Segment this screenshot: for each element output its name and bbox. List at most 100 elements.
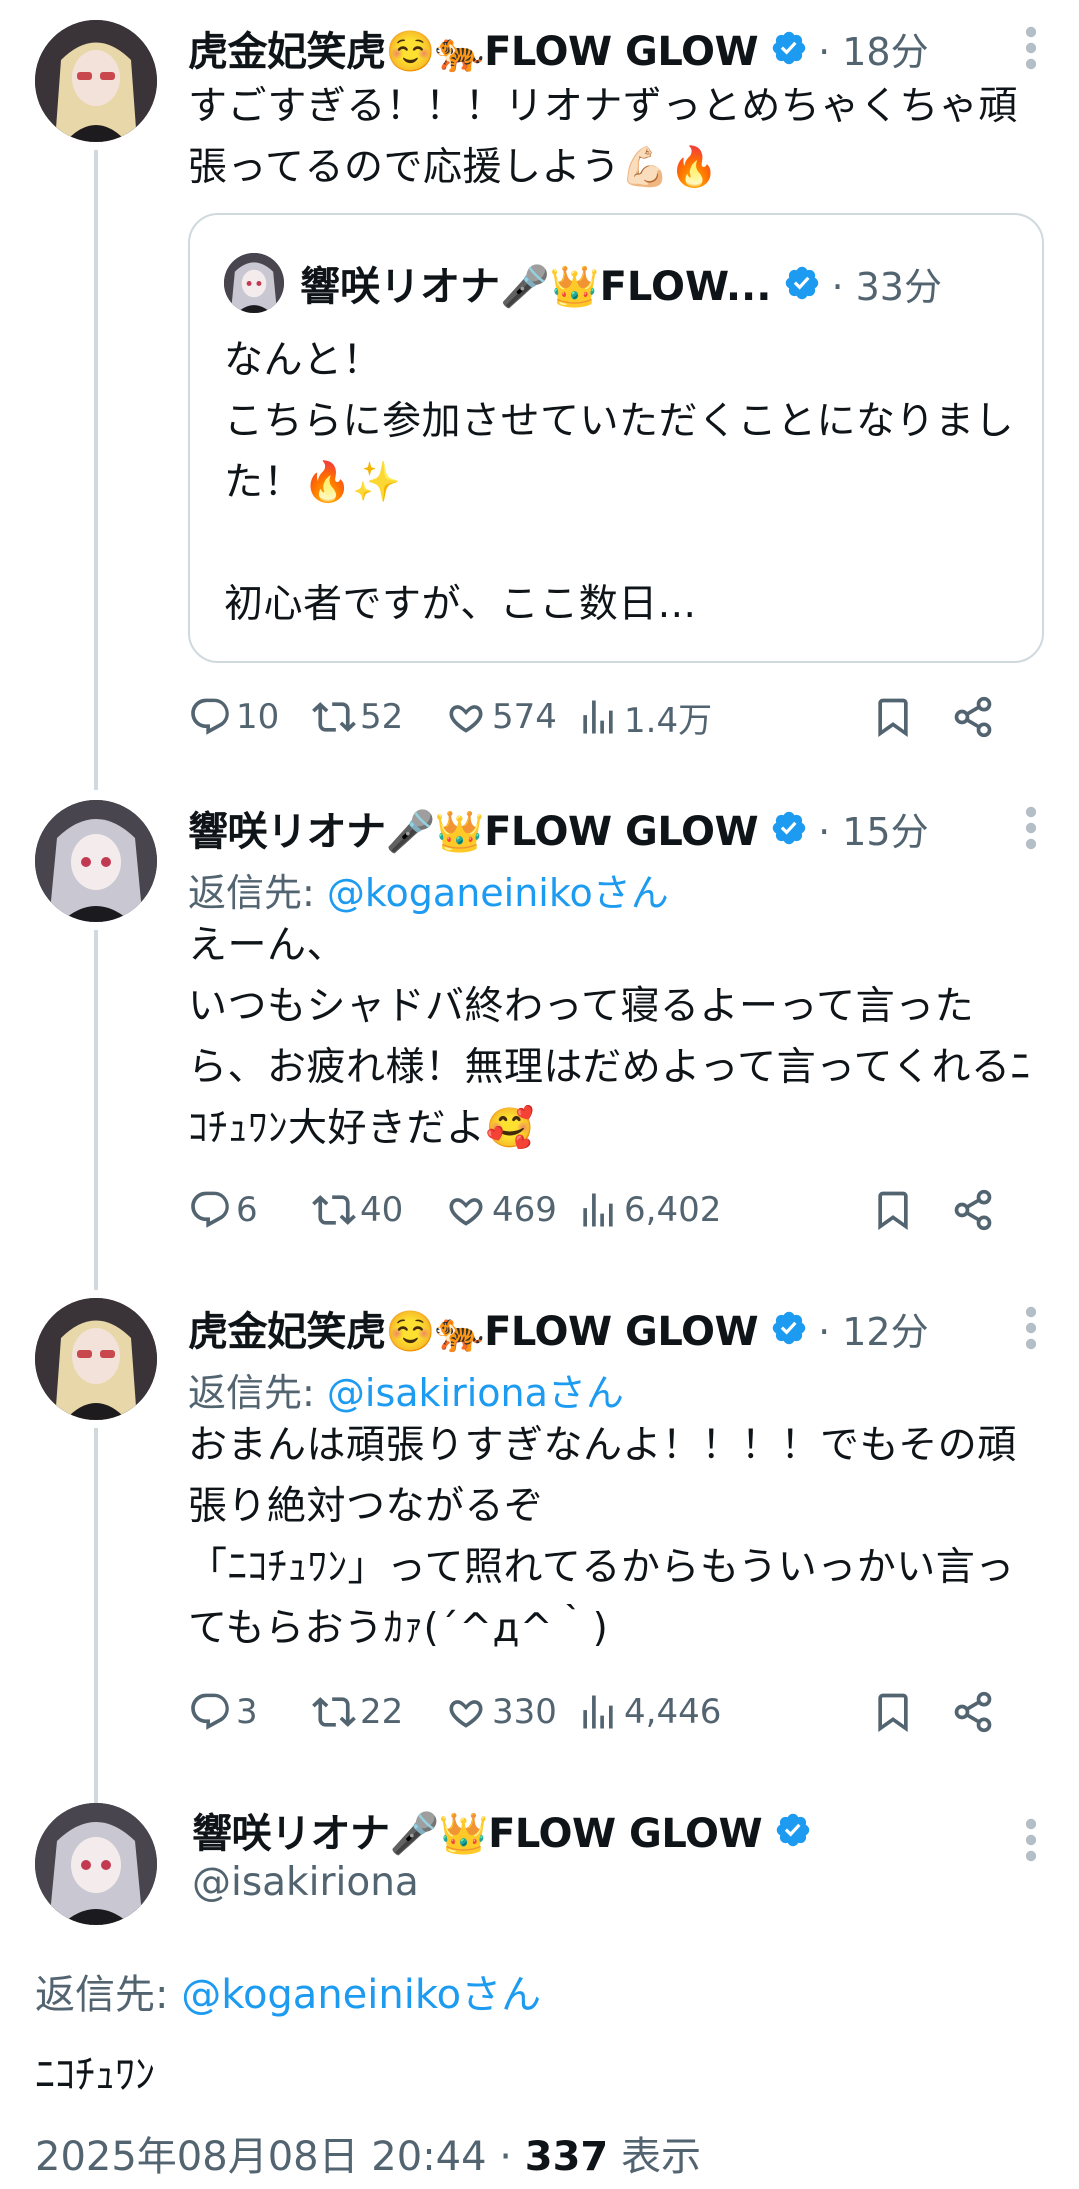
views-button[interactable]: 4,446 xyxy=(576,1682,721,1742)
more-options-icon[interactable] xyxy=(1023,24,1039,72)
retweet-icon xyxy=(312,702,356,732)
thread-line xyxy=(94,150,98,790)
replying-to: 返信先: @koganeinikoさん xyxy=(188,862,669,917)
reply-icon xyxy=(191,1693,229,1730)
heart-icon xyxy=(449,1700,483,1728)
retweet-button[interactable]: 40 xyxy=(312,1180,403,1240)
views-count: 337 xyxy=(524,2134,609,2180)
bookmark-icon[interactable] xyxy=(871,1690,915,1734)
verified-badge-icon xyxy=(786,266,819,300)
reply-button[interactable]: 10 xyxy=(188,687,279,747)
retweet-count: 22 xyxy=(360,1692,404,1732)
timestamp[interactable]: · 15分 xyxy=(818,801,929,856)
quoted-header: 響咲リオナ🎤👑FLOW... · 33分 xyxy=(300,253,942,313)
views-label: 表示 xyxy=(608,2134,701,2180)
thread-line xyxy=(94,930,98,1290)
tweet-text: えーん、 いつもシャドバ終わって寝るよーって言ったら、お疲れ様！無理はだめよって… xyxy=(188,923,1031,1151)
quoted-text: なんと！ こちらに参加させていただくことになりました！🔥✨ 初心者ですが、ここ数… xyxy=(224,338,1015,627)
display-name[interactable]: 響咲リオナ🎤👑FLOW GLOW xyxy=(188,799,758,857)
timestamp[interactable]: · 12分 xyxy=(818,1301,929,1356)
like-button[interactable]: 330 xyxy=(444,1682,557,1742)
avatar-image-riona xyxy=(224,253,284,313)
like-button[interactable]: 469 xyxy=(444,1180,557,1240)
verified-badge-icon xyxy=(772,31,806,65)
avatar-image-riona xyxy=(35,800,157,922)
tweet-1[interactable]: 虎金妃笑虎☺️🐅FLOW GLOW · 18分 すごすぎる！！！リオナずっとめち… xyxy=(0,0,1079,790)
quoted-display-name: 響咲リオナ🎤👑FLOW... xyxy=(300,264,772,310)
retweet-button[interactable]: 22 xyxy=(312,1682,403,1742)
share-icon[interactable] xyxy=(951,695,995,739)
tweet-header: 虎金妃笑虎☺️🐅FLOW GLOW · 18分 xyxy=(188,18,1039,78)
reply-prefix: 返信先: xyxy=(188,1371,327,1415)
heart-icon xyxy=(449,705,483,733)
avatar[interactable] xyxy=(35,1298,157,1420)
verified-badge-icon xyxy=(772,1311,806,1345)
retweet-count: 52 xyxy=(360,697,404,737)
views-chart-icon xyxy=(583,700,613,734)
action-bar: 10 52 574 1.4万 xyxy=(188,687,1039,747)
avatar-image-tora xyxy=(35,20,157,142)
replying-to: 返信先: @isakirionaさん xyxy=(188,1362,624,1417)
mention-link[interactable]: @koganeinikoさん xyxy=(181,1972,541,2018)
more-options-icon[interactable] xyxy=(1023,1304,1039,1352)
bookmark-icon[interactable] xyxy=(871,695,915,739)
tweet-header: 響咲リオナ🎤👑FLOW GLOW xyxy=(192,1800,1039,1862)
views-button[interactable]: 1.4万 xyxy=(576,687,712,747)
like-count: 469 xyxy=(492,1190,557,1230)
verified-badge-icon xyxy=(776,1813,810,1847)
tweet-header: 響咲リオナ🎤👑FLOW GLOW · 15分 xyxy=(188,798,1039,858)
main-tweet[interactable]: 響咲リオナ🎤👑FLOW GLOW @isakiriona 返信先: @kogan… xyxy=(0,1792,1079,2189)
tweet-header: 虎金妃笑虎☺️🐅FLOW GLOW · 12分 xyxy=(188,1298,1039,1358)
display-name[interactable]: 虎金妃笑虎☺️🐅FLOW GLOW xyxy=(188,19,758,77)
tweet-metadata: 2025年08月08日 20:44 · 337 表示 xyxy=(35,2124,701,2182)
share-icon[interactable] xyxy=(951,1690,995,1734)
avatar[interactable] xyxy=(35,800,157,922)
tweet-text: ﾆｺﾁｭﾜﾝ xyxy=(35,2052,155,2098)
tweet-date[interactable]: 2025年08月08日 20:44 · xyxy=(35,2134,525,2180)
reply-button[interactable]: 6 xyxy=(188,1180,258,1240)
display-name[interactable]: 虎金妃笑虎☺️🐅FLOW GLOW xyxy=(188,1299,758,1357)
retweet-count: 40 xyxy=(360,1190,404,1230)
reply-count: 6 xyxy=(236,1190,258,1230)
heart-icon xyxy=(449,1198,483,1226)
timestamp[interactable]: · 18分 xyxy=(818,21,929,76)
reply-button[interactable]: 3 xyxy=(188,1682,258,1742)
like-count: 574 xyxy=(492,697,557,737)
tweet-2[interactable]: 響咲リオナ🎤👑FLOW GLOW · 15分 返信先: @koganeiniko… xyxy=(0,780,1079,1290)
like-count: 330 xyxy=(492,1692,557,1732)
reply-icon xyxy=(191,698,229,735)
action-bar: 3 22 330 4,446 xyxy=(188,1682,1039,1742)
retweet-icon xyxy=(312,1195,356,1225)
views-chart-icon xyxy=(583,1193,613,1227)
display-name[interactable]: 響咲リオナ🎤👑FLOW GLOW xyxy=(192,1801,762,1859)
user-handle[interactable]: @isakiriona xyxy=(192,1860,419,1905)
avatar-image-riona xyxy=(35,1803,157,1925)
more-options-icon[interactable] xyxy=(1023,804,1039,852)
like-button[interactable]: 574 xyxy=(444,687,557,747)
thread-line xyxy=(94,1428,98,1804)
more-options-icon[interactable] xyxy=(1023,1816,1039,1864)
quoted-tweet[interactable]: 響咲リオナ🎤👑FLOW... · 33分 なんと！ こちらに参加させていただくこ… xyxy=(188,213,1044,663)
avatar-image-tora xyxy=(35,1298,157,1420)
retweet-icon xyxy=(312,1697,356,1727)
avatar[interactable] xyxy=(35,1803,157,1925)
reply-count: 3 xyxy=(236,1692,258,1732)
quoted-timestamp: · 33分 xyxy=(831,264,942,309)
views-chart-icon xyxy=(583,1695,613,1729)
reply-prefix: 返信先: xyxy=(188,871,327,915)
retweet-button[interactable]: 52 xyxy=(312,687,403,747)
views-button[interactable]: 6,402 xyxy=(576,1180,721,1240)
tweet-text: おまんは頑張りすぎなんよ！！！！でもその頑張り絶対つながるぞ 「ﾆｺﾁｭﾜﾝ」っ… xyxy=(188,1423,1017,1651)
views-count: 6,402 xyxy=(624,1190,722,1230)
avatar[interactable] xyxy=(35,20,157,142)
tweet-3[interactable]: 虎金妃笑虎☺️🐅FLOW GLOW · 12分 返信先: @isakiriona… xyxy=(0,1278,1079,1804)
share-icon[interactable] xyxy=(951,1188,995,1232)
views-count: 4,446 xyxy=(624,1692,722,1732)
verified-badge-icon xyxy=(772,811,806,845)
views-count: 1.4万 xyxy=(624,700,713,741)
reply-prefix: 返信先: xyxy=(35,1972,182,2018)
quoted-avatar xyxy=(224,253,284,313)
mention-link[interactable]: @koganeinikoさん xyxy=(327,871,669,915)
mention-link[interactable]: @isakirionaさん xyxy=(327,1371,624,1415)
bookmark-icon[interactable] xyxy=(871,1188,915,1232)
